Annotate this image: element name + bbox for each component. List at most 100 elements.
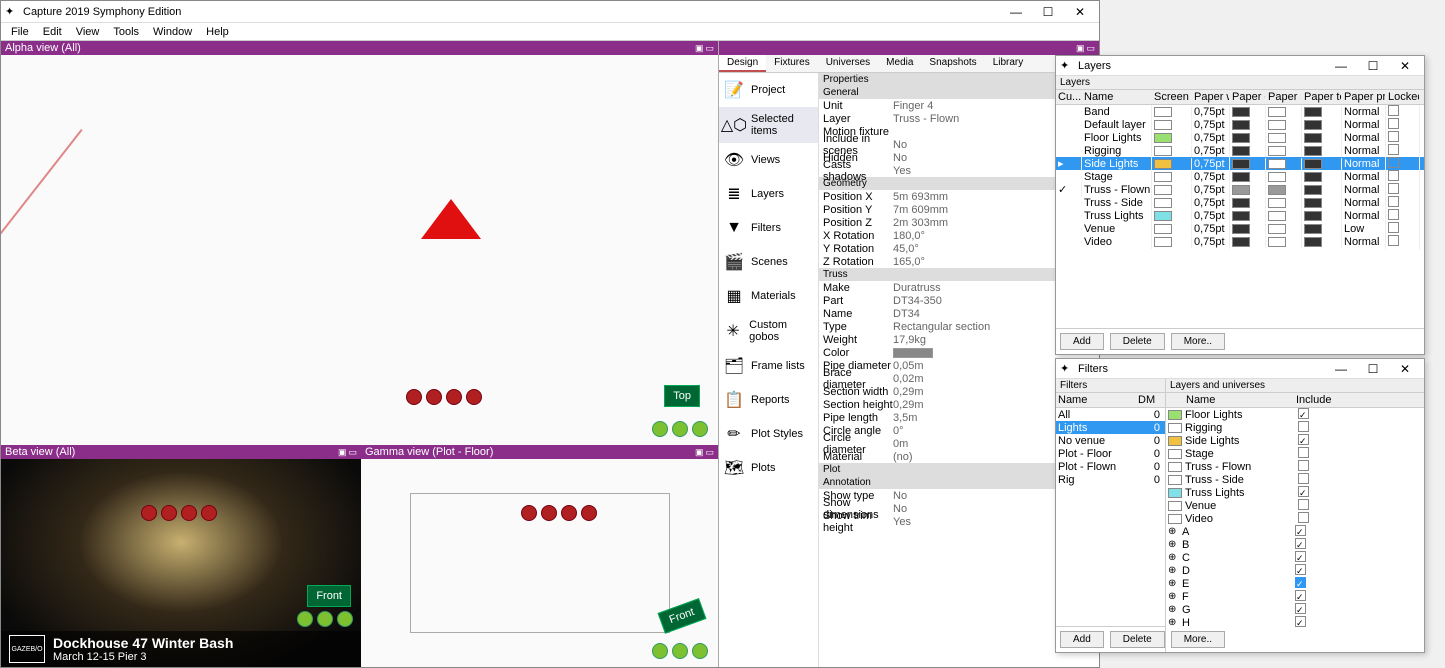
menu-view[interactable]: View <box>70 26 106 38</box>
filters-list[interactable]: All0Lights0No venue0Plot - Floor0Plot - … <box>1056 408 1165 626</box>
viewport-nav-icon[interactable] <box>652 421 668 437</box>
nav-layers[interactable]: ≣Layers <box>719 177 818 211</box>
include-checkbox[interactable] <box>1295 525 1306 536</box>
viewport-tool-icon[interactable] <box>406 389 422 405</box>
close-icon[interactable]: ▭ <box>1086 43 1095 53</box>
layers-universes-list[interactable]: Floor LightsRiggingSide LightsStageTruss… <box>1166 408 1424 652</box>
include-checkbox[interactable] <box>1298 434 1309 445</box>
layer-row[interactable]: Rigging0,75ptNormal <box>1056 144 1424 157</box>
maximize-button[interactable]: ☐ <box>1033 3 1063 21</box>
filter-col-header[interactable]: Name <box>1056 393 1136 407</box>
nav-reports[interactable]: 📋Reports <box>719 383 818 417</box>
viewport-tool-icon[interactable] <box>446 389 462 405</box>
viewport-nav-icon[interactable] <box>317 611 333 627</box>
layers-col-header[interactable]: Name <box>1082 90 1152 104</box>
nav-filters[interactable]: ▼Filters <box>719 211 818 245</box>
close-button[interactable]: ✕ <box>1065 3 1095 21</box>
layers-col-header[interactable]: Cu... <box>1056 90 1082 104</box>
restore-icon[interactable]: ▣ <box>1076 43 1085 53</box>
tab-media[interactable]: Media <box>878 55 921 72</box>
lu-row[interactable]: ⊕B <box>1166 538 1424 551</box>
menu-edit[interactable]: Edit <box>37 26 68 38</box>
add-button[interactable]: Add <box>1060 333 1104 350</box>
viewport-nav-icon[interactable] <box>692 643 708 659</box>
restore-icon[interactable]: ▣ <box>695 447 704 457</box>
tab-snapshots[interactable]: Snapshots <box>921 55 984 72</box>
viewport-tool-icon[interactable] <box>561 505 577 521</box>
include-checkbox[interactable] <box>1298 486 1309 497</box>
filter-row[interactable]: Rig0 <box>1056 473 1165 486</box>
lu-row[interactable]: Rigging <box>1166 421 1424 434</box>
lu-col-header[interactable]: Name <box>1184 393 1294 407</box>
lu-row[interactable]: Venue <box>1166 499 1424 512</box>
viewport-tool-icon[interactable] <box>521 505 537 521</box>
layer-row[interactable]: Default layer0,75ptNormal <box>1056 118 1424 131</box>
tab-fixtures[interactable]: Fixtures <box>766 55 818 72</box>
lu-row[interactable]: Video <box>1166 512 1424 525</box>
viewport-nav-icon[interactable] <box>652 643 668 659</box>
viewport-tool-icon[interactable] <box>581 505 597 521</box>
lu-row[interactable]: Floor Lights <box>1166 408 1424 421</box>
include-checkbox[interactable] <box>1298 512 1309 523</box>
lu-row[interactable]: ⊕G <box>1166 603 1424 616</box>
layers-grid[interactable]: Band0,75ptNormalDefault layer0,75ptNorma… <box>1056 105 1424 328</box>
layers-col-header[interactable]: Paper s... <box>1266 90 1302 104</box>
lu-row[interactable]: ⊕H <box>1166 616 1424 629</box>
layer-row[interactable]: Band0,75ptNormal <box>1056 105 1424 118</box>
viewport-tool-icon[interactable] <box>426 389 442 405</box>
alpha-view-header[interactable]: Alpha view (All) ▣▭ <box>1 41 718 55</box>
viewport-tool-icon[interactable] <box>141 505 157 521</box>
lu-row[interactable]: ⊕E <box>1166 577 1424 590</box>
viewport-nav-icon[interactable] <box>337 611 353 627</box>
include-checkbox[interactable] <box>1298 421 1309 432</box>
filter-col-header[interactable]: DM <box>1136 393 1158 407</box>
layers-col-header[interactable]: Locked <box>1386 90 1420 104</box>
filter-row[interactable]: Plot - Floor0 <box>1056 447 1165 460</box>
menu-help[interactable]: Help <box>200 26 235 38</box>
delete-button[interactable]: Delete <box>1110 333 1165 350</box>
layer-row[interactable]: Floor Lights0,75ptNormal <box>1056 131 1424 144</box>
tab-design[interactable]: Design <box>719 55 766 72</box>
viewport-tool-icon[interactable] <box>201 505 217 521</box>
lu-row[interactable]: ⊕C <box>1166 551 1424 564</box>
alpha-view-badge[interactable]: Top <box>664 385 700 407</box>
layers-col-header[interactable]: Paper c... <box>1230 90 1266 104</box>
include-checkbox[interactable] <box>1295 603 1306 614</box>
gamma-view-header[interactable]: Gamma view (Plot - Floor) ▣▭ <box>361 445 718 459</box>
nav-frame-lists[interactable]: 🗂Frame lists <box>719 349 818 383</box>
nav-scenes[interactable]: 🎬Scenes <box>719 245 818 279</box>
more-button[interactable]: More.. <box>1171 333 1225 350</box>
restore-icon[interactable]: ▣ <box>695 43 704 53</box>
nav-project[interactable]: 📝Project <box>719 73 818 107</box>
lu-row[interactable]: ⊕F <box>1166 590 1424 603</box>
lu-row[interactable]: Truss - Flown <box>1166 460 1424 473</box>
lu-row[interactable]: Stage <box>1166 447 1424 460</box>
close-button[interactable]: ✕ <box>1390 360 1420 378</box>
include-checkbox[interactable] <box>1295 551 1306 562</box>
filter-row[interactable]: No venue0 <box>1056 434 1165 447</box>
layer-row[interactable]: Video0,75ptNormal <box>1056 235 1424 248</box>
lu-row[interactable]: ⊕A <box>1166 525 1424 538</box>
include-checkbox[interactable] <box>1298 473 1309 484</box>
include-checkbox[interactable] <box>1295 590 1306 601</box>
alpha-viewport[interactable]: Top <box>1 55 718 445</box>
beta-view-badge[interactable]: Front <box>307 585 351 607</box>
close-icon[interactable]: ▭ <box>705 447 714 457</box>
filter-row[interactable]: Lights0 <box>1056 421 1165 434</box>
layer-row[interactable]: ▸Side Lights0,75ptNormal <box>1056 157 1424 170</box>
delete-button[interactable]: Delete <box>1110 631 1165 648</box>
include-checkbox[interactable] <box>1298 499 1309 510</box>
viewport-nav-icon[interactable] <box>297 611 313 627</box>
viewport-tool-icon[interactable] <box>466 389 482 405</box>
layer-row[interactable]: ✓Truss - Flown0,75ptNormal <box>1056 183 1424 196</box>
filter-row[interactable]: All0 <box>1056 408 1165 421</box>
include-checkbox[interactable] <box>1295 577 1306 588</box>
include-checkbox[interactable] <box>1295 564 1306 575</box>
lu-col-header[interactable] <box>1166 393 1184 407</box>
minimize-button[interactable]: ― <box>1326 360 1356 378</box>
tab-universes[interactable]: Universes <box>818 55 878 72</box>
viewport-tool-icon[interactable] <box>161 505 177 521</box>
beta-view-header[interactable]: Beta view (All) ▣▭ <box>1 445 361 459</box>
close-icon[interactable]: ▭ <box>348 447 357 457</box>
layers-col-header[interactable]: Paper w... <box>1192 90 1230 104</box>
